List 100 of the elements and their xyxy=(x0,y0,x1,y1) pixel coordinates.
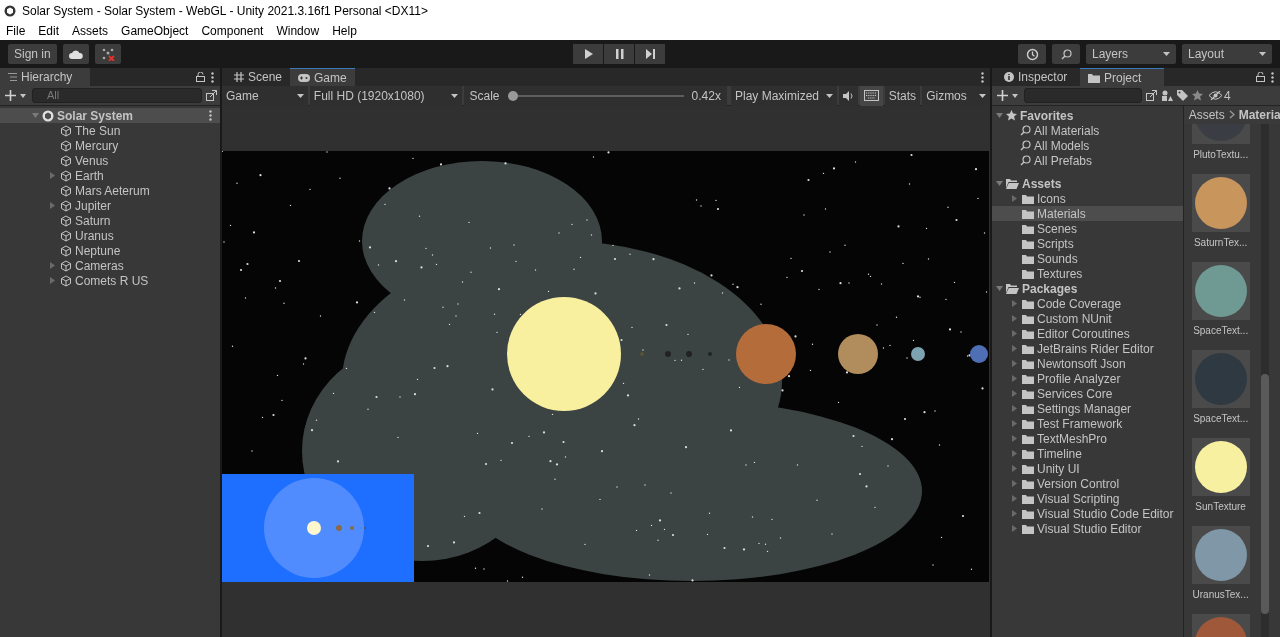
breadcrumb-item[interactable]: Materia xyxy=(1238,106,1280,124)
collapse-arrow-icon[interactable] xyxy=(1011,315,1018,322)
expand-arrow-icon[interactable] xyxy=(32,112,39,119)
menu-icon[interactable] xyxy=(1271,71,1274,83)
menu-item[interactable]: File xyxy=(6,21,26,40)
gizmos-dropdown[interactable]: Gizmos xyxy=(922,85,990,106)
search-button[interactable] xyxy=(1052,44,1080,64)
cube-icon xyxy=(60,184,72,197)
collapse-arrow-icon[interactable] xyxy=(1011,195,1018,202)
hidden-packages-button[interactable]: 4 xyxy=(1207,85,1233,106)
menu-item[interactable]: Component xyxy=(201,21,264,40)
folder-icon xyxy=(1022,433,1034,444)
hierarchy-row[interactable]: Solar System xyxy=(0,108,220,123)
play-icon xyxy=(582,48,594,60)
collapse-arrow-icon[interactable] xyxy=(1011,390,1018,397)
menu-icon[interactable] xyxy=(211,71,214,83)
caret-icon xyxy=(979,93,986,98)
open-folder-icon xyxy=(1006,283,1019,294)
collapse-arrow-icon[interactable] xyxy=(1011,435,1018,442)
collapse-arrow-icon[interactable] xyxy=(1011,300,1018,307)
step-button[interactable] xyxy=(635,44,666,64)
filter-type-icon[interactable] xyxy=(1161,89,1173,102)
cube-icon xyxy=(60,214,72,227)
scrollbar[interactable] xyxy=(1260,123,1269,637)
menu-icon[interactable] xyxy=(209,110,212,121)
collapse-arrow-icon[interactable] xyxy=(1011,510,1018,517)
sign-in-button[interactable]: Sign in xyxy=(8,44,57,64)
shortcuts-button[interactable] xyxy=(859,85,883,106)
hierarchy-tab[interactable]: Hierarchy xyxy=(0,68,90,86)
collapse-arrow-icon[interactable] xyxy=(1011,420,1018,427)
thumbnail-label: PlutoTextu... xyxy=(1193,147,1249,162)
menu-item[interactable]: Assets xyxy=(72,21,109,40)
collapse-arrow-icon[interactable] xyxy=(1011,495,1018,502)
collapse-arrow-icon[interactable] xyxy=(1011,525,1018,532)
expand-arrow-icon[interactable] xyxy=(996,180,1003,187)
collab-button[interactable] xyxy=(94,44,121,64)
caret-icon xyxy=(1259,52,1266,56)
lock-icon[interactable] xyxy=(196,72,205,82)
collapse-arrow-icon[interactable] xyxy=(1011,465,1018,472)
maximize-icon[interactable] xyxy=(1146,90,1157,101)
expand-arrow-icon[interactable] xyxy=(996,285,1003,292)
menu-item[interactable]: Help xyxy=(332,21,357,40)
collapse-arrow-icon[interactable] xyxy=(1011,405,1018,412)
cube-icon xyxy=(60,139,72,152)
search-field[interactable]: All xyxy=(32,88,202,103)
collapse-arrow-icon[interactable] xyxy=(1011,345,1018,352)
panel-tab[interactable]: Project xyxy=(1080,68,1164,86)
scale-value: 0.42x xyxy=(691,87,721,105)
history-button[interactable] xyxy=(1018,44,1046,64)
folder-item[interactable]: Settings Manager xyxy=(1037,399,1132,418)
collapse-arrow-icon[interactable] xyxy=(1011,360,1018,367)
menu-item[interactable]: Window xyxy=(276,21,320,40)
slider-thumb[interactable] xyxy=(507,90,518,101)
collapse-arrow-icon[interactable] xyxy=(49,172,56,179)
layers-dropdown[interactable]: Layers xyxy=(1086,44,1176,64)
cube-icon xyxy=(60,124,72,137)
scale-slider[interactable] xyxy=(507,90,684,101)
view-tab[interactable]: Game xyxy=(290,68,355,86)
resolution-dropdown[interactable]: Full HD (1920x1080) xyxy=(309,85,462,106)
cube-icon xyxy=(60,244,72,257)
cube-icon xyxy=(60,259,72,272)
speaker-icon xyxy=(842,90,854,101)
play-button[interactable] xyxy=(573,44,604,64)
maximize-icon[interactable] xyxy=(206,90,217,101)
collapse-arrow-icon[interactable] xyxy=(49,262,56,269)
star-icon xyxy=(1006,110,1017,121)
open-folder-icon xyxy=(1006,178,1019,189)
folder-icon xyxy=(1022,343,1034,354)
eye-slash-icon xyxy=(1209,91,1222,100)
stats-button[interactable]: Stats xyxy=(884,85,921,106)
collapse-arrow-icon[interactable] xyxy=(1011,375,1018,382)
thumbnail-label: SunTexture xyxy=(1195,499,1246,514)
layout-dropdown[interactable]: Layout xyxy=(1182,44,1272,64)
folder-icon xyxy=(1022,328,1034,339)
tag-icon[interactable] xyxy=(1177,90,1188,101)
lock-icon[interactable] xyxy=(1256,72,1265,82)
display-dropdown[interactable]: Game xyxy=(222,85,308,106)
search-icon xyxy=(1020,155,1031,166)
search-field[interactable] xyxy=(1024,88,1142,103)
menu-item[interactable]: GameObject xyxy=(121,21,189,40)
collapse-arrow-icon[interactable] xyxy=(49,202,56,209)
cloud-button[interactable] xyxy=(62,44,89,64)
star-icon[interactable] xyxy=(1192,90,1203,101)
collapse-arrow-icon[interactable] xyxy=(1011,330,1018,337)
keyboard-icon xyxy=(863,90,879,101)
folder-icon xyxy=(1022,418,1034,429)
collapse-arrow-icon[interactable] xyxy=(1011,480,1018,487)
play-mode-dropdown[interactable]: Play Maximized xyxy=(730,85,837,106)
expand-arrow-icon[interactable] xyxy=(996,112,1003,119)
list-icon xyxy=(8,73,17,81)
menu-icon[interactable] xyxy=(981,71,984,83)
folder-item[interactable]: Visual Scripting xyxy=(1037,489,1120,508)
collapse-arrow-icon[interactable] xyxy=(49,277,56,284)
breadcrumb-item[interactable]: Assets xyxy=(1188,106,1225,124)
folder-item[interactable]: Visual Studio Editor xyxy=(1037,519,1142,538)
pause-button[interactable] xyxy=(604,44,635,64)
menu-item[interactable]: Edit xyxy=(38,21,60,40)
search-icon xyxy=(1060,48,1072,60)
collapse-arrow-icon[interactable] xyxy=(1011,450,1018,457)
folder-icon xyxy=(1022,388,1034,399)
